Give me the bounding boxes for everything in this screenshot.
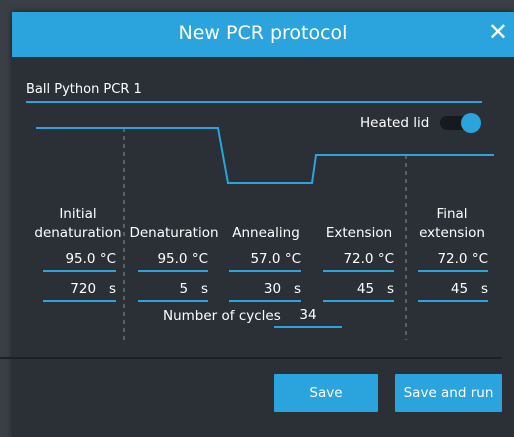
step-label-line: Final — [436, 206, 468, 222]
temperature-value: 72.0 — [343, 251, 374, 267]
extension-time-field[interactable]: 45 s — [323, 280, 394, 302]
initial-denaturation-temperature-field[interactable]: 95.0 °C — [43, 250, 116, 272]
temperature-value: 95.0 — [157, 251, 188, 267]
step-label-final-extension: Final extension — [410, 205, 494, 243]
annealing-temperature-field[interactable]: 57.0 °C — [229, 250, 301, 272]
time-value: 720 — [70, 281, 97, 297]
denaturation-time-field[interactable]: 5 s — [138, 280, 208, 302]
temperature-value: 57.0 — [250, 251, 281, 267]
step-label-line: denaturation — [34, 225, 122, 241]
step-label-extension: Extension — [325, 225, 393, 241]
step-label-line: extension — [419, 225, 485, 241]
final-extension-temperature-field[interactable]: 72.0 °C — [418, 250, 488, 272]
time-value: 45 — [356, 281, 375, 297]
footer-divider — [0, 357, 502, 359]
time-unit: s — [108, 281, 116, 297]
denaturation-temperature-field[interactable]: 95.0 °C — [138, 250, 208, 272]
step-label-denaturation: Denaturation — [129, 225, 219, 241]
temperature-value: 95.0 — [65, 251, 96, 267]
temperature-unit: °C — [99, 251, 116, 267]
temperature-unit: °C — [377, 251, 394, 267]
time-value: 30 — [263, 281, 282, 297]
number-of-cycles-field[interactable]: 34 — [274, 306, 342, 328]
time-unit: s — [200, 281, 208, 297]
time-unit: s — [293, 281, 301, 297]
step-label-line: Initial — [59, 206, 97, 222]
save-button[interactable]: Save — [274, 374, 378, 412]
heated-lid-toggle[interactable] — [440, 113, 482, 133]
temperature-value: 72.0 — [437, 251, 468, 267]
number-of-cycles-label: Number of cycles — [163, 308, 281, 324]
toggle-knob[interactable] — [461, 113, 481, 133]
time-value: 45 — [450, 281, 469, 297]
temperature-unit: °C — [191, 251, 208, 267]
step-label-initial-denaturation: Initial denaturation — [20, 205, 136, 243]
step-label-annealing: Annealing — [232, 225, 300, 241]
time-unit: s — [480, 281, 488, 297]
time-value: 5 — [179, 281, 189, 297]
temperature-profile-line — [36, 127, 494, 184]
annealing-time-field[interactable]: 30 s — [229, 280, 301, 302]
temperature-unit: °C — [284, 251, 301, 267]
heated-lid-label: Heated lid — [360, 115, 430, 131]
extension-temperature-field[interactable]: 72.0 °C — [323, 250, 394, 272]
temperature-unit: °C — [471, 251, 488, 267]
initial-denaturation-time-field[interactable]: 720 s — [43, 280, 116, 302]
save-and-run-button[interactable]: Save and run — [395, 374, 502, 412]
final-extension-time-field[interactable]: 45 s — [418, 280, 488, 302]
time-unit: s — [386, 281, 394, 297]
